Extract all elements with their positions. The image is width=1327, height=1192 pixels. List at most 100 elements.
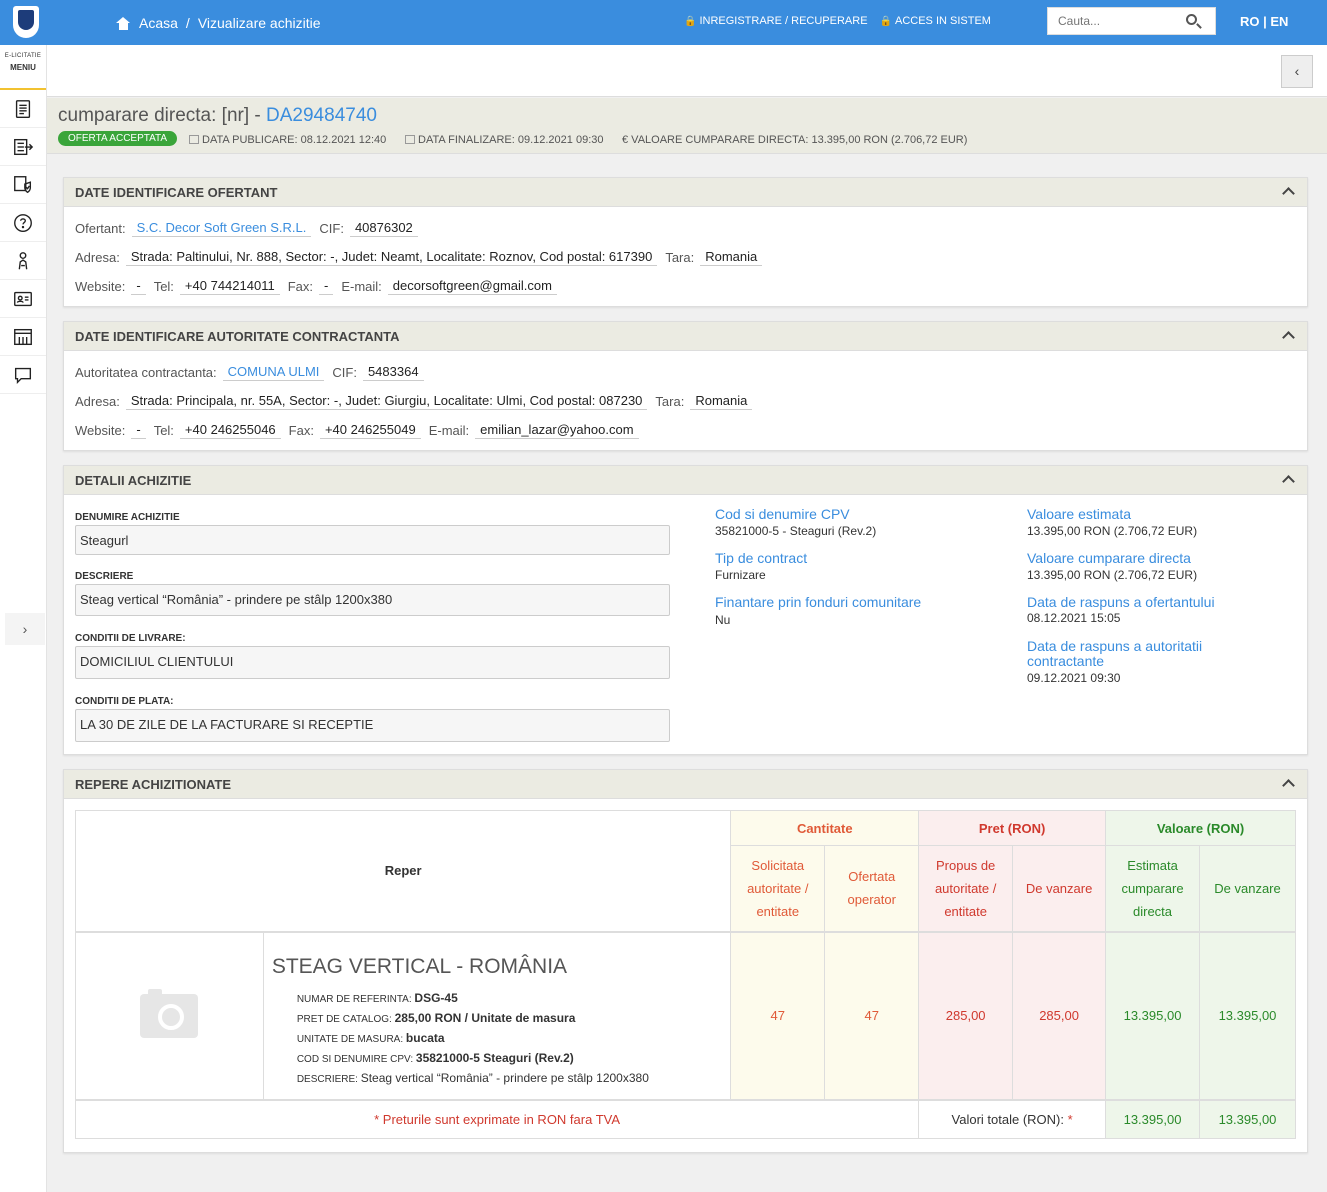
id-card-icon[interactable] bbox=[0, 280, 46, 318]
shield-doc-icon[interactable] bbox=[0, 166, 46, 204]
autoritate-name-link[interactable]: COMUNA ULMI bbox=[222, 364, 325, 381]
finalize-date: DATA FINALIZARE: 09.12.2021 09:30 bbox=[405, 134, 603, 146]
value-estimata: 13.395,00 bbox=[1105, 931, 1200, 1101]
group-valoare: Valoare (RON) bbox=[1105, 810, 1296, 846]
panel-header[interactable]: REPERE ACHIZITIONATE bbox=[64, 770, 1307, 799]
offer-response-title: Data de raspuns a ofertantului bbox=[1027, 594, 1215, 610]
catalog-icon[interactable] bbox=[0, 318, 46, 356]
price-vanzare: 285,00 bbox=[1012, 931, 1107, 1101]
autoritate-cif: 5483364 bbox=[362, 364, 424, 381]
sidebar-menu-label[interactable]: MENIU bbox=[0, 63, 46, 90]
price-propus: 285,00 bbox=[918, 931, 1014, 1101]
direct-purchase-value: € VALOARE CUMPARARE DIRECTA: 13.395,00 R… bbox=[622, 134, 968, 146]
authority-response-title: Data de raspuns a autoritatii contractan… bbox=[1027, 638, 1203, 669]
panel-header[interactable]: DATE IDENTIFICARE AUTORITATE CONTRACTANT… bbox=[64, 322, 1307, 351]
document-icon[interactable] bbox=[0, 90, 46, 128]
plata-field: LA 30 DE ZILE DE LA FACTURARE SI RECEPTI… bbox=[75, 709, 670, 742]
ofertant-email: decorsoftgreen@gmail.com bbox=[387, 278, 557, 295]
search-input[interactable] bbox=[1048, 8, 1178, 34]
product-unit: bucata bbox=[405, 1030, 445, 1045]
col-estimata: Estimata cumparare directa bbox=[1105, 845, 1200, 933]
panel-header[interactable]: DATE IDENTIFICARE OFERTANT bbox=[64, 178, 1307, 207]
descriere-label: DESCRIERE bbox=[75, 571, 134, 582]
calendar-icon bbox=[189, 135, 199, 144]
items-table: Reper Cantitate Pret (RON) Valoare (RON)… bbox=[74, 810, 1296, 1139]
group-pret: Pret (RON) bbox=[918, 810, 1107, 846]
autoritate-website: - bbox=[131, 422, 146, 439]
product-ref: DSG-45 bbox=[414, 990, 458, 1005]
sidebar: E-LICITATIE MENIU › bbox=[0, 45, 47, 1192]
product-meta: NUMAR DE REFERINTA: DSG-45 PRET DE CATAL… bbox=[296, 990, 649, 1085]
autoritate-address: Strada: Principala, nr. 55A, Sector: -, … bbox=[125, 393, 648, 410]
value-vanzare: 13.395,00 bbox=[1199, 931, 1296, 1101]
sidebar-brand: E-LICITATIE bbox=[4, 53, 42, 59]
sidebar-expand-toggle[interactable]: › bbox=[5, 613, 45, 645]
lang-en[interactable]: EN bbox=[1270, 14, 1288, 29]
site-logo[interactable] bbox=[13, 6, 39, 38]
top-bar: Acasa / Vizualizare achizitie 🔒 INREGISTR… bbox=[0, 0, 1327, 45]
total-vanzare: 13.395,00 bbox=[1199, 1099, 1296, 1139]
totals-label: Valori totale (RON): * bbox=[918, 1099, 1107, 1139]
ofertant-name-link[interactable]: S.C. Decor Soft Green S.R.L. bbox=[131, 220, 312, 237]
autoritate-country: Romania bbox=[690, 393, 753, 410]
estimated-value: 13.395,00 RON (2.706,72 EUR) bbox=[1027, 524, 1198, 538]
collapse-panel-button[interactable]: ‹ bbox=[1281, 55, 1313, 88]
fonduri-value: Nu bbox=[715, 613, 731, 627]
user-touch-icon[interactable] bbox=[0, 242, 46, 280]
denumire-field: Steagurl bbox=[75, 525, 670, 555]
chevron-up-icon[interactable] bbox=[1282, 779, 1295, 792]
panel-repere: REPERE ACHIZITIONATE Reper Cantitate Pre… bbox=[63, 769, 1308, 1153]
fonduri-title: Finantare prin fonduri comunitare bbox=[715, 594, 922, 610]
livrare-label: CONDITII DE LIVRARE: bbox=[75, 633, 186, 644]
autoritate-fax: +40 246255049 bbox=[319, 422, 421, 439]
breadcrumb-separator: / bbox=[185, 15, 190, 31]
table-row: STEAG VERTICAL - ROMÂNIA NUMAR DE REFERI… bbox=[75, 931, 1296, 1101]
product-title[interactable]: STEAG VERTICAL - ROMÂNIA bbox=[272, 955, 723, 979]
col-propus: Propus de autoritate / entitate bbox=[918, 845, 1014, 933]
total-estimata: 13.395,00 bbox=[1105, 1099, 1200, 1139]
top-links: 🔒 INREGISTRARE / RECUPERARE 🔒 ACCES IN SIS… bbox=[684, 15, 991, 27]
chevron-up-icon[interactable] bbox=[1282, 331, 1295, 344]
authority-response-date: 09.12.2021 09:30 bbox=[1027, 671, 1121, 685]
direct-value-title: Valoare cumparare directa bbox=[1027, 550, 1191, 566]
panel-detalii: DETALII ACHIZITIE DENUMIRE ACHIZITIE Ste… bbox=[63, 465, 1308, 755]
ofertant-website: - bbox=[131, 278, 146, 295]
home-icon[interactable] bbox=[116, 16, 131, 30]
sub-header: ‹ bbox=[47, 45, 1327, 97]
ofertant-fax: - bbox=[319, 278, 334, 295]
product-cpv: 35821000-5 Steaguri (Rev.2) bbox=[415, 1050, 574, 1065]
chevron-up-icon[interactable] bbox=[1282, 187, 1295, 200]
product-catalog-price: 285,00 RON / Unitate de masura bbox=[394, 1010, 576, 1025]
publish-date: DATA PUBLICARE: 08.12.2021 12:40 bbox=[189, 134, 386, 146]
ofertant-tel: +40 744214011 bbox=[179, 278, 280, 295]
autoritate-tel: +40 246255046 bbox=[179, 422, 281, 439]
lang-ro[interactable]: RO bbox=[1240, 14, 1260, 29]
procurement-code[interactable]: DA29484740 bbox=[266, 105, 377, 126]
list-export-icon[interactable] bbox=[0, 128, 46, 166]
descriere-field: Steag vertical “România” - prindere pe s… bbox=[75, 584, 670, 616]
chat-icon[interactable] bbox=[0, 356, 46, 394]
help-icon[interactable] bbox=[0, 204, 46, 242]
login-link[interactable]: 🔒 ACCES IN SISTEM bbox=[880, 15, 991, 27]
panel-autoritate: DATE IDENTIFICARE AUTORITATE CONTRACTANT… bbox=[63, 321, 1308, 451]
register-link[interactable]: 🔒 INREGISTRARE / RECUPERARE bbox=[684, 15, 868, 27]
panel-header[interactable]: DETALII ACHIZITIE bbox=[64, 466, 1307, 495]
chevron-up-icon[interactable] bbox=[1282, 475, 1295, 488]
camera-placeholder-icon bbox=[140, 988, 199, 1038]
offer-response-date: 08.12.2021 15:05 bbox=[1027, 611, 1121, 625]
page-title: cumparare directa: [nr] - DA29484740 bbox=[58, 105, 377, 126]
plata-label: CONDITII DE PLATA: bbox=[75, 696, 174, 707]
cpv-title: Cod si denumire CPV bbox=[715, 506, 850, 522]
group-cantitate: Cantitate bbox=[730, 810, 920, 846]
qty-ofertata: 47 bbox=[824, 931, 920, 1101]
search-icon[interactable] bbox=[1186, 14, 1197, 25]
status-badge: OFERTA ACCEPTATA bbox=[58, 131, 178, 146]
col-vanzare-valoare: De vanzare bbox=[1199, 845, 1296, 933]
col-reper: Reper bbox=[74, 810, 732, 933]
livrare-field: DOMICILIUL CLIENTULUI bbox=[75, 646, 670, 679]
direct-value: 13.395,00 RON (2.706,72 EUR) bbox=[1027, 568, 1198, 582]
breadcrumb-home[interactable]: Acasa bbox=[139, 15, 178, 31]
autoritate-email: emilian_lazar@yahoo.com bbox=[475, 422, 639, 439]
ofertant-address: Strada: Paltinului, Nr. 888, Sector: -, … bbox=[125, 249, 658, 266]
title-bar: cumparare directa: [nr] - DA29484740 OFE… bbox=[47, 98, 1327, 154]
